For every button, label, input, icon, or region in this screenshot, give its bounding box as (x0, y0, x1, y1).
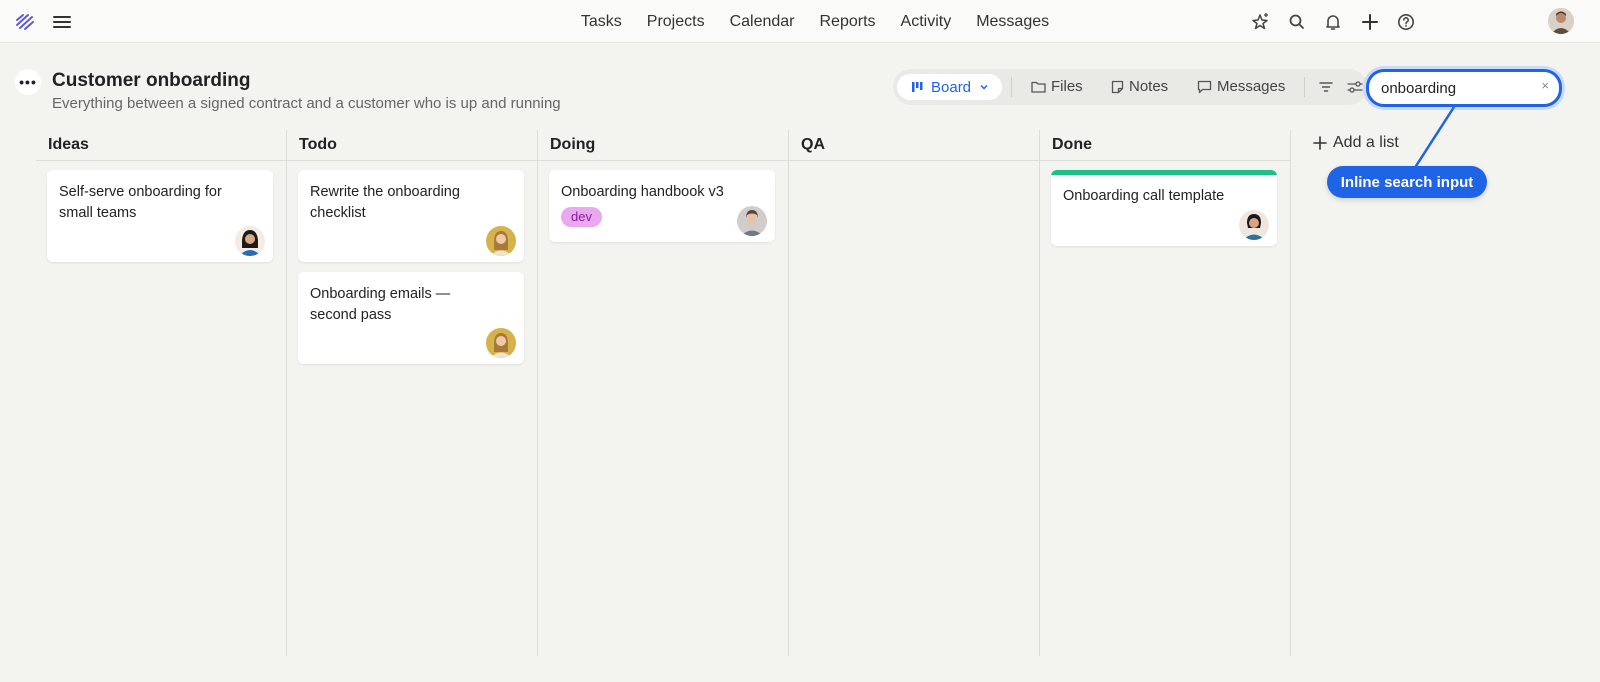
annotation-callout: Inline search input (1327, 166, 1487, 198)
nav-projects[interactable]: Projects (647, 13, 705, 31)
toolbar-divider (1304, 77, 1305, 97)
messages-label: Messages (1217, 78, 1286, 95)
task-card[interactable]: Onboarding call template (1051, 170, 1277, 246)
folder-icon (1031, 81, 1046, 93)
filter-icon[interactable] (1317, 78, 1335, 96)
column-qa: QA (788, 130, 1039, 656)
help-icon[interactable] (1395, 11, 1417, 33)
inline-search-box: × (1366, 69, 1562, 107)
card-title: Onboarding handbook v3 (561, 184, 724, 200)
card-title: Self-serve onboarding for small teams (59, 184, 222, 221)
add-list-label: Add a list (1333, 134, 1399, 151)
chat-icon (1197, 80, 1212, 93)
options-icon[interactable] (1346, 78, 1364, 96)
page-title: Customer onboarding (52, 70, 251, 91)
column-title: Done (1052, 136, 1092, 153)
hamburger-icon[interactable] (52, 13, 72, 31)
assignee-avatar (486, 328, 516, 358)
search-icon[interactable] (1286, 11, 1308, 33)
files-tab[interactable]: Files (1031, 78, 1083, 95)
assignee-avatar (486, 226, 516, 256)
sparkle-star-icon[interactable] (1250, 10, 1272, 32)
files-label: Files (1051, 78, 1083, 95)
task-card[interactable]: Self-serve onboarding for small teams (47, 170, 273, 262)
clear-search-icon[interactable]: × (1541, 78, 1549, 93)
card-title: Onboarding call template (1063, 188, 1225, 204)
column-title: QA (801, 136, 825, 153)
note-icon (1111, 80, 1124, 93)
view-toolbar: Board Files Notes Messages (893, 69, 1367, 105)
plus-icon[interactable] (1359, 11, 1381, 33)
task-card[interactable]: Onboarding emails — second pass (298, 272, 524, 364)
done-status-bar (1051, 170, 1277, 175)
view-switcher-label: Board (931, 78, 972, 96)
nav-tasks[interactable]: Tasks (581, 13, 622, 31)
assignee-avatar (235, 226, 265, 256)
column-title: Doing (550, 136, 596, 153)
search-input[interactable] (1381, 78, 1531, 98)
assignee-avatar (737, 206, 767, 236)
column-title: Ideas (48, 136, 89, 153)
column-todo: Todo Rewrite the onboarding checklist On… (286, 130, 537, 656)
bell-icon[interactable] (1322, 11, 1344, 33)
label-tag: dev (561, 207, 602, 227)
logo-icon[interactable] (15, 12, 35, 32)
messages-tab[interactable]: Messages (1197, 78, 1285, 95)
callout-label: Inline search input (1340, 173, 1474, 191)
assignee-avatar (1239, 210, 1269, 240)
column-ideas: Ideas Self-serve onboarding for small te… (35, 130, 286, 656)
board-icon (912, 82, 923, 92)
nav-activity[interactable]: Activity (901, 13, 952, 31)
column-title: Todo (299, 136, 337, 153)
chevron-down-icon (980, 84, 988, 90)
column-divider (1290, 130, 1291, 656)
add-list-button[interactable]: Add a list (1313, 134, 1399, 152)
top-navbar: Tasks Projects Calendar Reports Activity… (0, 0, 1600, 43)
column-doing: Doing Onboarding handbook v3 dev (537, 130, 788, 656)
view-switcher-button[interactable]: Board (897, 74, 1002, 100)
notes-label: Notes (1129, 78, 1169, 95)
user-avatar[interactable] (1548, 8, 1574, 34)
task-card[interactable]: Onboarding handbook v3 dev (549, 170, 775, 242)
notes-tab[interactable]: Notes (1111, 78, 1168, 95)
task-card[interactable]: Rewrite the onboarding checklist (298, 170, 524, 262)
nav-messages[interactable]: Messages (976, 13, 1049, 31)
toolbar-divider (1011, 77, 1012, 97)
card-title: Onboarding emails — second pass (310, 286, 451, 323)
plus-icon (1313, 136, 1327, 150)
more-options-button[interactable]: ••• (15, 69, 41, 95)
card-title: Rewrite the onboarding checklist (310, 184, 460, 221)
column-done: Done Onboarding call template (1039, 130, 1290, 656)
nav-reports[interactable]: Reports (820, 13, 876, 31)
page-subtitle: Everything between a signed contract and… (52, 95, 561, 112)
nav-calendar[interactable]: Calendar (730, 13, 795, 31)
